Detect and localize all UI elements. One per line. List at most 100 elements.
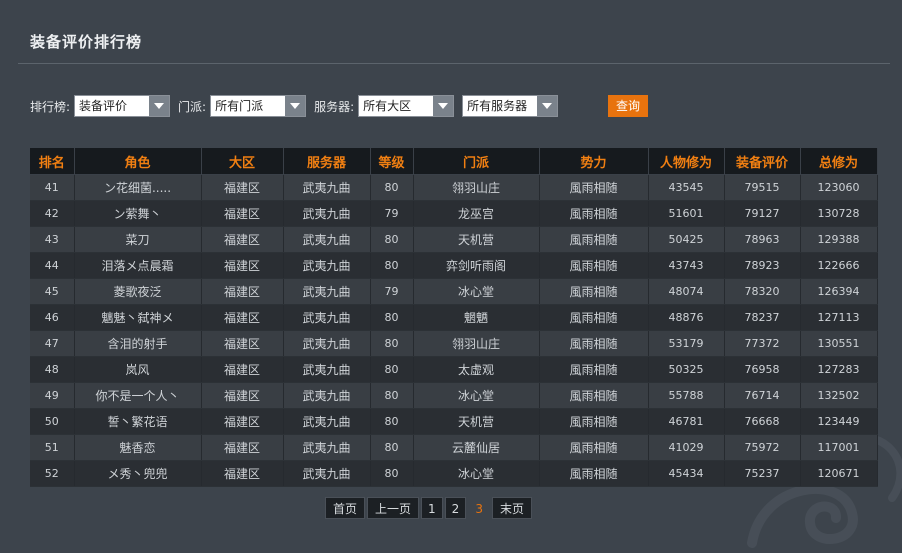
cell-faction: 風雨相随 bbox=[539, 330, 649, 357]
cell-role[interactable]: 魑魅丶弑神メ bbox=[74, 304, 202, 331]
table-row: 45 菱歌夜泛 福建区 武夷九曲 79 冰心堂 風雨相随 48074 78320 126394 bbox=[30, 278, 878, 305]
header-region: 大区 bbox=[201, 148, 284, 175]
cell-role[interactable]: 菱歌夜泛 bbox=[74, 278, 202, 305]
ranking-table: 排名 角色 大区 服务器 等级 门派 势力 人物修为 装备评价 总修为 41 ン花… bbox=[30, 148, 878, 487]
cell-equipment-score: 78237 bbox=[724, 304, 801, 331]
cell-character-cultivation: 53179 bbox=[648, 330, 725, 357]
cell-role[interactable]: 誓丶繁花语 bbox=[74, 408, 202, 435]
cell-server: 武夷九曲 bbox=[283, 226, 371, 253]
cell-character-cultivation: 48074 bbox=[648, 278, 725, 305]
cell-faction: 風雨相随 bbox=[539, 252, 649, 279]
cell-total-cultivation: 123060 bbox=[800, 174, 878, 201]
header-character-cultivation: 人物修为 bbox=[648, 148, 725, 175]
cell-level: 80 bbox=[370, 460, 414, 487]
cell-level: 80 bbox=[370, 408, 414, 435]
cell-rank: 43 bbox=[30, 226, 75, 253]
school-select[interactable]: 所有门派 bbox=[210, 95, 307, 117]
cell-school: 云麓仙居 bbox=[413, 434, 540, 461]
cell-region: 福建区 bbox=[201, 408, 284, 435]
table-header-row: 排名 角色 大区 服务器 等级 门派 势力 人物修为 装备评价 总修为 bbox=[30, 148, 878, 175]
rank-select[interactable]: 装备评价 bbox=[74, 95, 171, 117]
cell-rank: 52 bbox=[30, 460, 75, 487]
chevron-down-icon[interactable] bbox=[433, 96, 454, 116]
cell-total-cultivation: 127283 bbox=[800, 356, 878, 383]
title-divider bbox=[18, 63, 890, 64]
cell-character-cultivation: 43743 bbox=[648, 252, 725, 279]
table-body: 41 ン花细菌..... 福建区 武夷九曲 80 翎羽山庄 風雨相随 43545 79515 12… bbox=[30, 174, 878, 487]
cell-role[interactable]: 菜刀 bbox=[74, 226, 202, 253]
cell-total-cultivation: 127113 bbox=[800, 304, 878, 331]
cell-region: 福建区 bbox=[201, 174, 284, 201]
cell-role[interactable]: メ秀丶兜兜 bbox=[74, 460, 202, 487]
cell-total-cultivation: 117001 bbox=[800, 434, 878, 461]
cell-equipment-score: 79515 bbox=[724, 174, 801, 201]
page-1-button[interactable]: 1 bbox=[421, 497, 443, 519]
header-total-cultivation: 总修为 bbox=[800, 148, 878, 175]
table-row: 42 ン萦舞丶 福建区 武夷九曲 79 龙巫宫 風雨相随 51601 79127 130728 bbox=[30, 200, 878, 227]
cell-region: 福建区 bbox=[201, 278, 284, 305]
cell-faction: 風雨相随 bbox=[539, 304, 649, 331]
cell-school: 天机营 bbox=[413, 408, 540, 435]
cell-region: 福建区 bbox=[201, 226, 284, 253]
chevron-down-icon[interactable] bbox=[285, 96, 306, 116]
cell-level: 80 bbox=[370, 356, 414, 383]
table-row: 51 魅香恋 福建区 武夷九曲 80 云麓仙居 風雨相随 41029 75972 117001 bbox=[30, 434, 878, 461]
cell-character-cultivation: 48876 bbox=[648, 304, 725, 331]
cell-equipment-score: 76668 bbox=[724, 408, 801, 435]
cell-rank: 45 bbox=[30, 278, 75, 305]
cell-role[interactable]: ン花细菌..... bbox=[74, 174, 202, 201]
last-page-button[interactable]: 末页 bbox=[491, 497, 532, 519]
cell-role[interactable]: 岚风 bbox=[74, 356, 202, 383]
cell-equipment-score: 76714 bbox=[724, 382, 801, 409]
cell-faction: 風雨相随 bbox=[539, 382, 649, 409]
cell-role[interactable]: ン萦舞丶 bbox=[74, 200, 202, 227]
table-row: 47 含泪的射手 福建区 武夷九曲 80 翎羽山庄 風雨相随 53179 77372 130551 bbox=[30, 330, 878, 357]
cell-level: 80 bbox=[370, 174, 414, 201]
cell-faction: 風雨相随 bbox=[539, 226, 649, 253]
cell-equipment-score: 76958 bbox=[724, 356, 801, 383]
pagination: 首页 上一页 1 2 3 末页 bbox=[325, 497, 532, 519]
cell-total-cultivation: 130551 bbox=[800, 330, 878, 357]
cell-server: 武夷九曲 bbox=[283, 382, 371, 409]
cell-role[interactable]: 魅香恋 bbox=[74, 434, 202, 461]
cell-level: 80 bbox=[370, 434, 414, 461]
filter-bar: 排行榜: 装备评价 门派: 所有门派 服务器: 所有大区 所有服务器 bbox=[30, 95, 566, 117]
server-select[interactable]: 所有服务器 bbox=[462, 95, 559, 117]
cell-equipment-score: 75237 bbox=[724, 460, 801, 487]
header-role: 角色 bbox=[74, 148, 202, 175]
server-label: 服务器: bbox=[314, 99, 355, 114]
chevron-down-icon[interactable] bbox=[149, 96, 170, 116]
cell-character-cultivation: 51601 bbox=[648, 200, 725, 227]
cell-server: 武夷九曲 bbox=[283, 330, 371, 357]
first-page-button[interactable]: 首页 bbox=[325, 497, 366, 519]
cell-equipment-score: 78923 bbox=[724, 252, 801, 279]
region-select[interactable]: 所有大区 bbox=[358, 95, 455, 117]
cell-equipment-score: 78963 bbox=[724, 226, 801, 253]
cell-school: 冰心堂 bbox=[413, 382, 540, 409]
cell-region: 福建区 bbox=[201, 304, 284, 331]
cell-server: 武夷九曲 bbox=[283, 304, 371, 331]
cell-rank: 47 bbox=[30, 330, 75, 357]
chevron-down-icon[interactable] bbox=[537, 96, 558, 116]
query-button[interactable]: 查询 bbox=[608, 95, 648, 117]
cell-server: 武夷九曲 bbox=[283, 408, 371, 435]
cell-total-cultivation: 123449 bbox=[800, 408, 878, 435]
cell-school: 弈剑听雨阁 bbox=[413, 252, 540, 279]
header-equipment-score: 装备评价 bbox=[724, 148, 801, 175]
cell-region: 福建区 bbox=[201, 252, 284, 279]
table-row: 49 你不是一个人丶 福建区 武夷九曲 80 冰心堂 風雨相随 55788 76714 13250… bbox=[30, 382, 878, 409]
cell-level: 80 bbox=[370, 382, 414, 409]
cell-role[interactable]: 泪落メ点晨霜 bbox=[74, 252, 202, 279]
cell-level: 80 bbox=[370, 304, 414, 331]
cell-character-cultivation: 55788 bbox=[648, 382, 725, 409]
cell-role[interactable]: 含泪的射手 bbox=[74, 330, 202, 357]
cell-region: 福建区 bbox=[201, 356, 284, 383]
prev-page-button[interactable]: 上一页 bbox=[367, 497, 420, 519]
cell-school: 天机营 bbox=[413, 226, 540, 253]
table-row: 44 泪落メ点晨霜 福建区 武夷九曲 80 弈剑听雨阁 風雨相随 43743 78923 1226… bbox=[30, 252, 878, 279]
header-rank: 排名 bbox=[30, 148, 75, 175]
cell-role[interactable]: 你不是一个人丶 bbox=[74, 382, 202, 409]
cell-total-cultivation: 120671 bbox=[800, 460, 878, 487]
table-row: 48 岚风 福建区 武夷九曲 80 太虚观 風雨相随 50325 76958 127283 bbox=[30, 356, 878, 383]
page-2-button[interactable]: 2 bbox=[444, 497, 467, 519]
